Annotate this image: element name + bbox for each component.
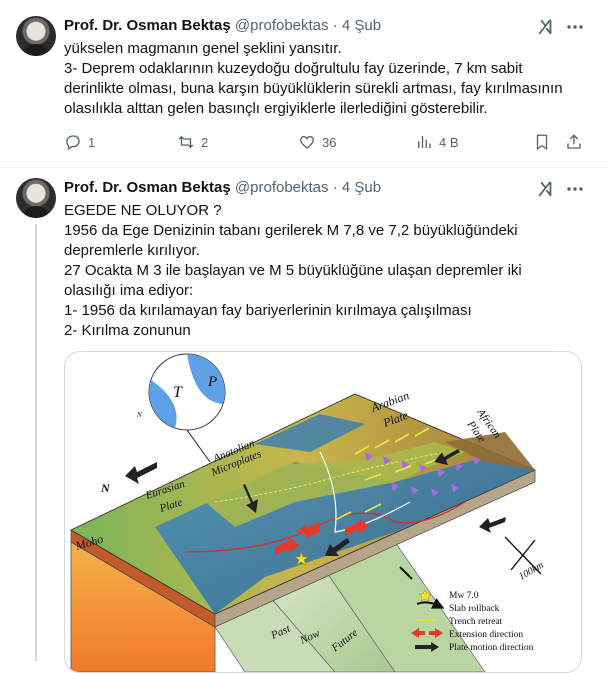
author-handle[interactable]: @profobektas bbox=[235, 179, 329, 196]
text-line: 1956 da Ege Denizinin tabanı gerilerek M… bbox=[64, 222, 518, 239]
views-button[interactable]: 4 B bbox=[415, 132, 459, 152]
legend-extension: Extension direction bbox=[449, 630, 523, 640]
separator: · bbox=[332, 179, 338, 196]
beachball-n-label: N bbox=[136, 411, 142, 419]
reply-count: 1 bbox=[88, 134, 96, 150]
text-line: 1- 1956 da kırılamayan fay bariyerlerini… bbox=[64, 302, 472, 319]
views-icon bbox=[418, 136, 431, 148]
author-name[interactable]: Prof. Dr. Osman Bektaş bbox=[64, 17, 231, 34]
avatar[interactable] bbox=[16, 178, 56, 218]
more-icon[interactable] bbox=[565, 179, 585, 199]
tweet-text: EGEDE NE OLUYOR ? 1956 da Ege Denizinin … bbox=[64, 201, 594, 341]
tectonic-figure: T P N N Moho Eurasian Plate Anatolian Mi… bbox=[70, 353, 546, 672]
text-line: 3- Deprem odaklarının kuzeydoğu doğrultu… bbox=[64, 60, 523, 77]
focal-mechanism: T P N bbox=[136, 353, 226, 463]
text-line: derinlikte olması, buna karşın büyüklükl… bbox=[64, 80, 563, 97]
like-button[interactable]: 36 bbox=[298, 132, 336, 152]
text-line: olasılıkla alttan gelen basınçlı ergiyik… bbox=[64, 100, 488, 117]
grok-icon[interactable] bbox=[537, 18, 555, 36]
legend-motion: Plate motion direction bbox=[449, 643, 534, 653]
timestamp[interactable]: 4 Şub bbox=[342, 17, 381, 34]
text-line: yükselen magmanın genel şeklini yansıtır… bbox=[64, 40, 342, 57]
like-count: 36 bbox=[322, 134, 337, 150]
reply-icon bbox=[66, 135, 80, 150]
separator: · bbox=[332, 17, 338, 34]
author-name[interactable]: Prof. Dr. Osman Bektaş bbox=[64, 179, 231, 196]
timestamp[interactable]: 4 Şub bbox=[342, 179, 381, 196]
beachball-p-label: P bbox=[207, 374, 217, 390]
text-line: 27 Ocakta M 3 ile başlayan ve M 5 büyükl… bbox=[64, 262, 522, 279]
thread-line bbox=[35, 224, 37, 661]
share-icon[interactable] bbox=[565, 133, 583, 151]
tweet-header: Prof. Dr. Osman Bektaş @profobektas · 4 … bbox=[64, 178, 381, 198]
grok-icon[interactable] bbox=[537, 180, 555, 198]
avatar[interactable] bbox=[16, 16, 56, 56]
tweet-1[interactable]: Prof. Dr. Osman Bektaş @profobektas · 4 … bbox=[0, 0, 609, 168]
text-line: olasılığı ima ediyor: bbox=[64, 282, 194, 299]
like-icon bbox=[300, 135, 314, 149]
legend-trench: Trench retreat bbox=[449, 617, 503, 627]
bookmark-icon[interactable] bbox=[533, 133, 551, 151]
legend-mw: Mw 7.0 bbox=[449, 591, 479, 601]
more-icon[interactable] bbox=[565, 17, 585, 37]
author-handle[interactable]: @profobektas bbox=[235, 17, 329, 34]
reply-button[interactable]: 1 bbox=[64, 132, 95, 152]
text-line: depremlerle kırılıyor. bbox=[64, 242, 200, 259]
repost-count: 2 bbox=[201, 134, 209, 150]
tweet-text: yükselen magmanın genel şeklini yansıtır… bbox=[64, 39, 594, 119]
repost-button[interactable]: 2 bbox=[177, 132, 208, 152]
action-bar: 1 2 36 4 B bbox=[64, 132, 594, 152]
text-line: 2- Kırılma zonunun bbox=[64, 322, 191, 339]
beachball-t-label: T bbox=[173, 384, 183, 401]
tweet-header: Prof. Dr. Osman Bektaş @profobektas · 4 … bbox=[64, 16, 381, 36]
north-label: N bbox=[100, 481, 111, 495]
legend-rollback: Slab rollback bbox=[449, 604, 500, 614]
text-line: EGEDE NE OLUYOR ? bbox=[64, 202, 222, 219]
tweet-image[interactable]: T P N N Moho Eurasian Plate Anatolian Mi… bbox=[64, 351, 582, 673]
views-count: 4 B bbox=[439, 134, 459, 150]
repost-icon bbox=[178, 135, 194, 149]
